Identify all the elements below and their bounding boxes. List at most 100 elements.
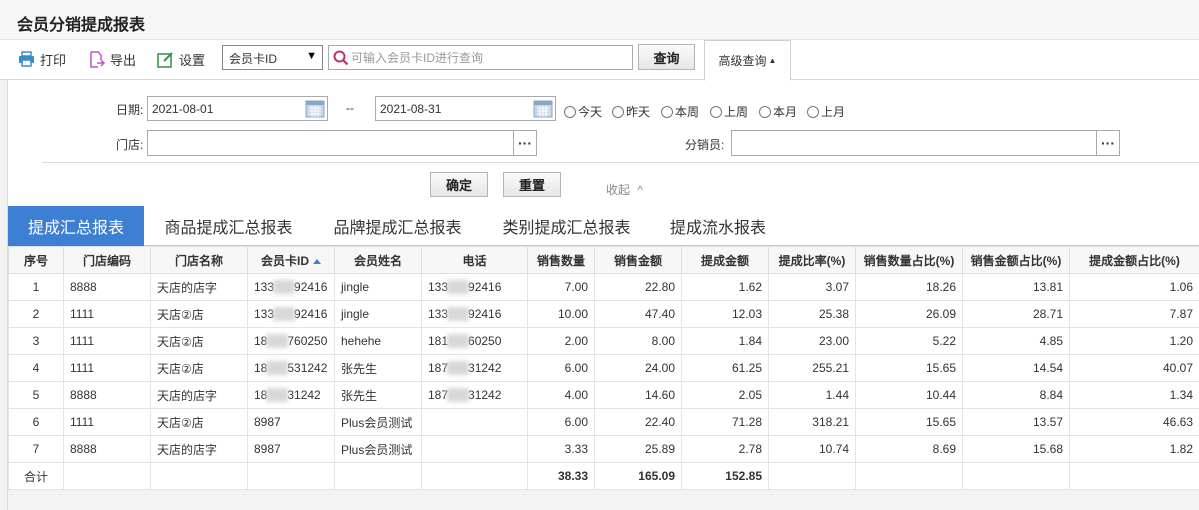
- tab-category-commission[interactable]: 类别提成汇总报表: [489, 206, 644, 246]
- search-field-select[interactable]: 会员卡ID ▼: [222, 45, 323, 70]
- print-button[interactable]: 打印: [18, 49, 66, 69]
- column-header[interactable]: 提成金额: [681, 246, 769, 274]
- radio-this-month[interactable]: 本月: [759, 103, 797, 120]
- column-header[interactable]: 销售数量: [527, 246, 595, 274]
- calendar-icon[interactable]: [305, 99, 325, 118]
- caret-up-icon: ▲: [768, 56, 777, 65]
- distributor-input[interactable]: ···: [731, 130, 1120, 156]
- date-from-input[interactable]: 2021-08-01: [147, 96, 328, 121]
- column-header[interactable]: 销售金额占比(%): [962, 246, 1070, 274]
- query-button[interactable]: 查询: [638, 44, 695, 70]
- phone-start: 187: [428, 360, 449, 375]
- cell-amount: 22.40: [594, 408, 682, 436]
- table-row[interactable]: 3 1111 天店②店 18 760250 hehehe 181 60250 2.00 8.00 1…: [8, 327, 1199, 355]
- empty-cell: [1069, 462, 1199, 490]
- cell-no: 5: [8, 381, 64, 409]
- table-row[interactable]: 4 1111 天店②店 18 531242 张先生 187 31242 6.00 24.00 61.…: [8, 354, 1199, 382]
- table-row[interactable]: 1 8888 天店的店字 133 92416 jingle 133 92416 7.00 22.8…: [8, 273, 1199, 301]
- store-label: 门店:: [116, 138, 144, 152]
- advanced-query-toggle[interactable]: 高级查询 ▲: [704, 40, 791, 81]
- confirm-button[interactable]: 确定: [430, 172, 488, 197]
- masked-digits: [266, 388, 289, 403]
- cell-amount-pct: 4.85: [962, 327, 1070, 355]
- search-field-value: 会员卡ID: [229, 52, 278, 66]
- phone-start: 133: [428, 306, 449, 321]
- cell-member-name: Plus会员测试: [334, 435, 422, 463]
- radio-circle-icon: [759, 105, 771, 118]
- column-header[interactable]: 销售金额: [594, 246, 682, 274]
- cell-phone: 187 31242: [421, 381, 528, 409]
- date-from-value: 2021-08-01: [152, 102, 214, 116]
- cell-commission: 2.78: [681, 435, 769, 463]
- cell-card-id: 8987: [247, 435, 335, 463]
- table-row[interactable]: 2 1111 天店②店 133 92416 jingle 133 92416 10.00 47.4…: [8, 300, 1199, 328]
- reset-button[interactable]: 重置: [503, 172, 561, 197]
- cell-commission: 61.25: [681, 354, 769, 382]
- radio-circle-icon: [807, 105, 819, 118]
- chevron-down-icon: ▼: [306, 50, 317, 62]
- column-header[interactable]: 提成比率(%): [768, 246, 856, 274]
- cell-qty: 3.33: [527, 435, 595, 463]
- empty-cell: [247, 462, 335, 490]
- column-header[interactable]: 序号: [8, 246, 64, 274]
- column-header[interactable]: 电话: [421, 246, 528, 274]
- cell-store-code: 8888: [63, 273, 151, 301]
- more-icon[interactable]: ···: [1096, 131, 1119, 155]
- cell-card-id: 133 92416: [247, 300, 335, 328]
- radio-last-week[interactable]: 上周: [710, 103, 748, 120]
- column-header[interactable]: 门店编码: [63, 246, 151, 274]
- tab-commission-summary[interactable]: 提成汇总报表: [8, 206, 144, 246]
- divider: [42, 162, 1199, 163]
- store-input[interactable]: ···: [147, 130, 537, 156]
- table-row[interactable]: 5 8888 天店的店字 18 31242 张先生 187 31242 4.00 14.60 2.0…: [8, 381, 1199, 409]
- radio-last-month[interactable]: 上月: [807, 103, 845, 120]
- radio-label: 昨天: [626, 105, 651, 119]
- search-input[interactable]: [351, 49, 621, 67]
- tab-brand-commission[interactable]: 品牌提成汇总报表: [320, 206, 475, 246]
- calendar-icon[interactable]: [533, 99, 553, 118]
- empty-cell: [63, 462, 151, 490]
- cell-store-code: 8888: [63, 381, 151, 409]
- masked-digits: [273, 280, 296, 295]
- radio-yesterday[interactable]: 昨天: [612, 103, 650, 120]
- column-header-sorted[interactable]: 会员卡ID: [247, 246, 335, 274]
- card-id-start: 133: [254, 279, 275, 294]
- settings-button[interactable]: 设置: [157, 49, 205, 69]
- column-header[interactable]: 门店名称: [150, 246, 248, 274]
- table-row[interactable]: 7 8888 天店的店字 8987 Plus会员测试 3.33 25.89 2.78 10.74…: [8, 435, 1199, 463]
- masked-digits: [447, 334, 470, 349]
- more-icon[interactable]: ···: [513, 131, 536, 155]
- total-label: 合计: [8, 462, 64, 490]
- settings-label: 设置: [179, 52, 206, 68]
- cell-amount: 8.00: [594, 327, 682, 355]
- export-button[interactable]: 导出: [88, 49, 136, 69]
- cell-store-code: 1111: [63, 300, 151, 328]
- report-tabs: 提成汇总报表 商品提成汇总报表 品牌提成汇总报表 类别提成汇总报表 提成流水报表: [8, 206, 1199, 246]
- total-commission: 152.85: [681, 462, 769, 490]
- radio-today[interactable]: 今天: [564, 103, 602, 120]
- card-id-end: 92416: [294, 279, 328, 294]
- query-label: 查询: [653, 50, 680, 66]
- cell-card-id: 8987: [247, 408, 335, 436]
- column-header[interactable]: 会员姓名: [334, 246, 422, 274]
- column-header[interactable]: 销售数量占比(%): [855, 246, 963, 274]
- cell-amount-pct: 13.81: [962, 273, 1070, 301]
- phone-start: 187: [428, 387, 449, 402]
- tab-product-commission[interactable]: 商品提成汇总报表: [151, 206, 306, 246]
- cell-qty-pct: 8.69: [855, 435, 963, 463]
- column-header[interactable]: 提成金额占比(%): [1069, 246, 1199, 274]
- table-row[interactable]: 6 1111 天店②店 8987 Plus会员测试 6.00 22.40 71.28 318.2…: [8, 408, 1199, 436]
- collapse-link[interactable]: 收起 ^: [606, 181, 643, 198]
- cell-commission: 1.84: [681, 327, 769, 355]
- cell-comm-pct: 1.34: [1069, 381, 1199, 409]
- date-to-input[interactable]: 2021-08-31: [375, 96, 556, 121]
- radio-this-week[interactable]: 本周: [661, 103, 699, 120]
- cell-store-name: 天店②店: [150, 300, 248, 328]
- chevron-up-icon: ^: [637, 183, 643, 197]
- cell-rate: 1.44: [768, 381, 856, 409]
- card-id-start: 133: [254, 306, 275, 321]
- cell-qty: 7.00: [527, 273, 595, 301]
- cell-store-code: 8888: [63, 435, 151, 463]
- cell-qty-pct: 10.44: [855, 381, 963, 409]
- tab-commission-flow[interactable]: 提成流水报表: [658, 206, 778, 246]
